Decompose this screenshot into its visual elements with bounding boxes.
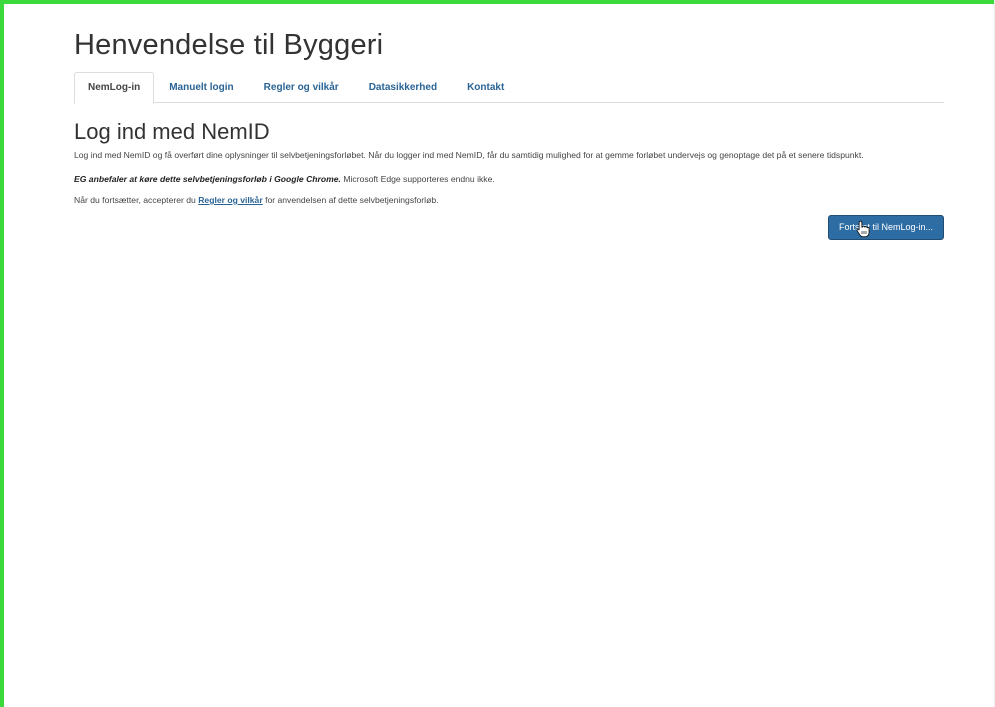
terms-prefix: Når du fortsætter, accepterer du — [74, 195, 199, 205]
browser-note: EG anbefaler at køre dette selvbetjening… — [74, 173, 944, 185]
browser-recommendation: EG anbefaler at køre dette selvbetjening… — [74, 174, 341, 184]
tab-datasikkerhed[interactable]: Datasikkerhed — [354, 72, 452, 103]
tab-manuelt-login[interactable]: Manuelt login — [154, 72, 248, 103]
tab-kontakt[interactable]: Kontakt — [452, 72, 519, 103]
terms-suffix: for anvendelsen af dette selvbetjeningsf… — [262, 195, 439, 205]
tab-bar: NemLog-in Manuelt login Regler og vilkår… — [74, 72, 944, 104]
page-title: Henvendelse til Byggeri — [74, 29, 384, 61]
continue-button-label: Fortsæt til NemLog-in... — [838, 222, 933, 232]
section-heading: Log ind med NemID — [74, 119, 270, 144]
intro-text: Log ind med NemID og få overført dine op… — [74, 150, 864, 160]
tab-nemlog-in[interactable]: NemLog-in — [74, 72, 155, 104]
terms-link[interactable]: Regler og vilkår — [198, 195, 262, 205]
continue-to-nemlog-in-button[interactable]: Fortsæt til NemLog-in... — [827, 215, 944, 240]
button-row: Fortsæt til NemLog-in... — [74, 215, 944, 255]
main-content: Henvendelse til Byggeri NemLog-in Manuel… — [74, 14, 944, 255]
terms-note: Når du fortsætter, accepterer du Regler … — [74, 194, 944, 206]
tab-regler-og-vilkar[interactable]: Regler og vilkår — [249, 72, 354, 103]
browser-note-rest: Microsoft Edge supporteres endnu ikke. — [340, 174, 495, 184]
